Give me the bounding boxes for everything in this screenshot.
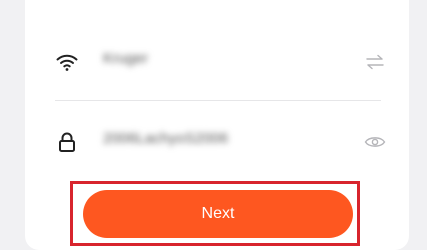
- wifi-icon: [55, 50, 79, 74]
- password-field[interactable]: 2006LachyoS2006: [55, 126, 387, 158]
- wifi-ssid-value: Kruger: [103, 50, 149, 67]
- switch-network-icon[interactable]: [363, 50, 387, 74]
- field-divider: [55, 100, 381, 101]
- lock-icon: [55, 130, 79, 154]
- eye-icon[interactable]: [363, 130, 387, 154]
- wifi-network-field[interactable]: Kruger: [55, 46, 387, 78]
- next-button[interactable]: Next: [83, 190, 353, 238]
- password-value: 2006LachyoS2006: [103, 130, 229, 147]
